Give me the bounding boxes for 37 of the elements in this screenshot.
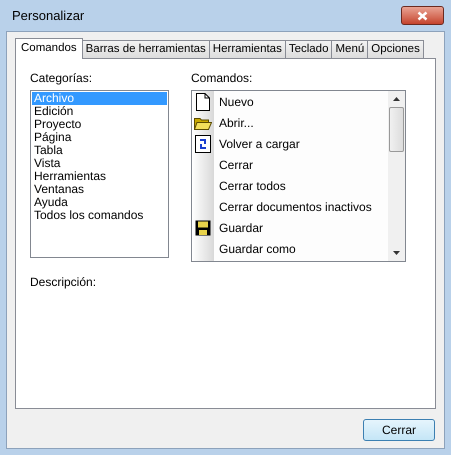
commands-label: Comandos: (191, 70, 254, 87)
category-item[interactable]: Todos los comandos (32, 209, 167, 222)
tab[interactable]: Teclado (284, 40, 332, 58)
close-button[interactable] (401, 6, 444, 25)
tab[interactable]: Barras de herramientas (82, 40, 210, 58)
tab[interactable]: Herramientas (208, 40, 286, 58)
tab[interactable]: Comandos (15, 38, 83, 59)
category-item[interactable]: Herramientas (32, 170, 167, 183)
categories-label: Categorías: (30, 70, 94, 87)
command-item[interactable]: Volver a cargar (219, 134, 300, 152)
category-item[interactable]: Ventanas (32, 183, 167, 196)
reload-document-icon (195, 134, 211, 152)
scroll-down-icon[interactable] (393, 251, 400, 255)
close-dialog-button[interactable]: Cerrar (363, 419, 435, 441)
close-icon (417, 10, 428, 20)
document-icon (196, 92, 210, 110)
scroll-thumb[interactable] (389, 107, 404, 152)
window-title: Personalizar (12, 6, 84, 25)
category-item[interactable]: Ayuda (32, 196, 167, 209)
scrollbar[interactable] (388, 91, 405, 261)
command-item[interactable]: Cerrar documentos inactivos (219, 198, 372, 216)
command-item[interactable]: Guardar como (219, 240, 296, 258)
description-label: Descripción: (30, 274, 98, 291)
category-item[interactable]: Edición (32, 105, 167, 118)
category-item[interactable]: Tabla (32, 144, 167, 157)
tab[interactable]: Opciones (367, 40, 424, 58)
command-item[interactable]: Cerrar (219, 156, 254, 174)
category-item[interactable]: Vista (32, 157, 167, 170)
category-item[interactable]: Página (32, 131, 167, 144)
category-item[interactable]: Proyecto (32, 118, 167, 131)
tab[interactable]: Menú (331, 40, 368, 58)
folder-icon (194, 116, 212, 130)
scroll-up-icon[interactable] (393, 97, 400, 101)
command-item[interactable]: Nuevo (219, 92, 254, 110)
command-item[interactable]: Abrir... (219, 114, 254, 132)
command-item[interactable]: Cerrar todos (219, 176, 286, 194)
command-item[interactable]: Guardar (219, 218, 264, 236)
